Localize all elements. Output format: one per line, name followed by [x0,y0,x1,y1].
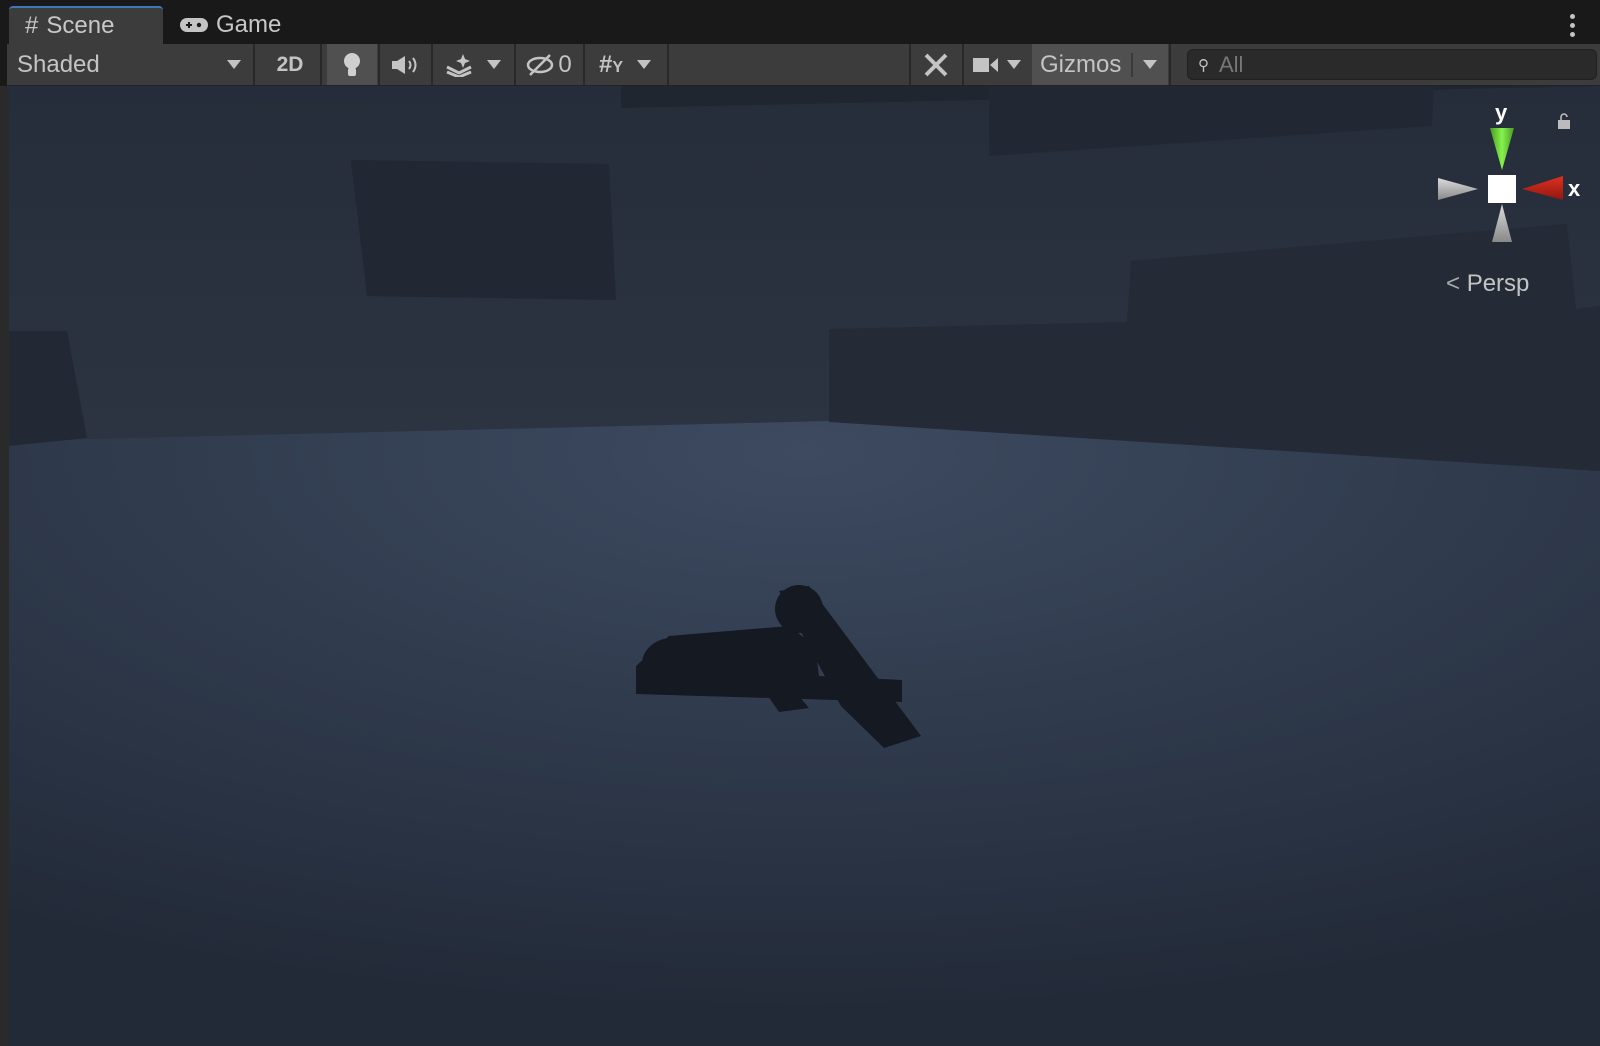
eye-slash-icon [527,53,554,76]
neg-y-axis-cone[interactable] [1492,204,1512,242]
x-axis-cone[interactable] [1522,176,1563,200]
scene-toolbar: Shaded 2D 0 #Y Gizmos ⚲ All [7,44,1600,86]
effects-dropdown[interactable] [433,44,513,85]
y-axis-label: y [1495,100,1508,125]
projection-toggle[interactable]: < Persp [1446,270,1529,298]
center-cube[interactable] [1488,175,1516,203]
y-axis-cone[interactable] [1490,128,1514,170]
effects-layers-icon [446,53,472,77]
tools-icon [924,53,948,76]
search-icon: ⚲ [1198,56,1209,74]
tools-button[interactable] [911,44,961,85]
tab-scene[interactable]: # Scene [9,6,163,44]
panel-edge [0,86,9,1046]
chevron-down-icon [1007,60,1021,69]
chevron-down-icon [227,60,241,69]
tab-bar: # Scene Game [0,0,1600,44]
x-axis-label: x [1568,176,1581,201]
grid-dropdown[interactable]: #Y [585,44,665,85]
neg-x-axis-cone[interactable] [1438,178,1478,200]
toggle-2d-button[interactable]: 2D [263,44,317,85]
lightbulb-icon [344,52,360,76]
camera-dropdown[interactable] [964,44,1030,85]
hidden-objects-toggle[interactable]: 0 [516,44,582,85]
camera-icon [973,57,998,72]
more-options-icon[interactable] [1570,14,1576,37]
chevron-left-icon: < [1446,270,1461,297]
gizmos-dropdown[interactable]: Gizmos [1032,44,1168,85]
scene-viewport[interactable] [9,86,1600,1046]
lighting-toggle[interactable] [327,44,377,85]
scene-render [9,86,1600,1046]
search-field[interactable]: ⚲ All [1187,49,1597,80]
chevron-down-icon [487,60,501,69]
speaker-icon [392,55,417,74]
chevron-down-icon [1143,60,1158,69]
lock-icon[interactable] [1557,113,1571,129]
grid-snap-icon: #Y [598,50,624,78]
scene-grid-icon: # [25,12,39,39]
shading-mode-dropdown[interactable]: Shaded [7,44,251,85]
audio-toggle[interactable] [380,44,430,85]
gamepad-icon [180,18,208,32]
chevron-down-icon [637,60,652,69]
tab-game[interactable]: Game [164,6,297,44]
